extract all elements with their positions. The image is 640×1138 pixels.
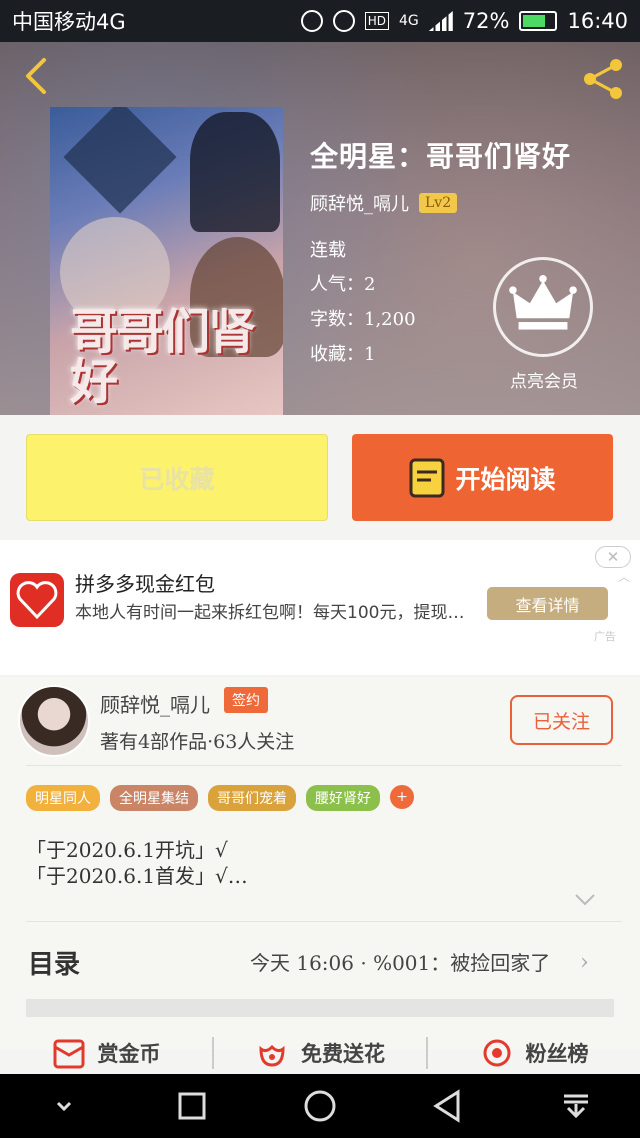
recent-apps-icon[interactable] bbox=[172, 1086, 212, 1126]
back-icon[interactable] bbox=[428, 1086, 468, 1126]
author-stats: 著有4部作品·63人关注 bbox=[100, 731, 295, 753]
popularity-count: 人气：2 bbox=[310, 274, 376, 295]
red-envelope-icon bbox=[53, 1039, 84, 1069]
book-header: 哥哥们肾好 全明星：哥哥们肾好 顾辞悦_嗝儿 Lv2 连载 人气：2 字数：1,… bbox=[0, 42, 640, 415]
follow-button[interactable]: 已关注 bbox=[510, 695, 613, 745]
book-icon bbox=[409, 458, 445, 497]
chevron-down-icon[interactable] bbox=[574, 893, 596, 907]
reward-coins-button[interactable]: 赏金币 bbox=[0, 1037, 214, 1069]
book-intro[interactable]: 「于2020.6.1开坑」√ 「于2020.6.1首发」√… bbox=[26, 837, 248, 889]
tag-item[interactable]: 腰好肾好 bbox=[306, 785, 380, 811]
vip-label[interactable]: 点亮会员 bbox=[500, 367, 588, 392]
ad-banner[interactable]: 拼多多现金红包 本地人有时间一起来拆红包啊！每天100元，提现… 查看详情 ✕ … bbox=[0, 540, 640, 675]
tag-item[interactable]: 明星同人 bbox=[26, 785, 100, 811]
favorite-count: 收藏：1 bbox=[310, 344, 376, 365]
hd-badge: HD bbox=[364, 12, 390, 30]
chevron-down-icon[interactable] bbox=[44, 1086, 84, 1126]
send-flowers-label: 免费送花 bbox=[301, 1041, 385, 1066]
signed-badge: 签约 bbox=[224, 687, 268, 713]
author-name[interactable]: 顾辞悦_嗝儿 bbox=[100, 689, 210, 718]
clock: 16:40 bbox=[567, 9, 628, 33]
notification-pull-icon[interactable] bbox=[556, 1086, 596, 1126]
vip-crown-icon[interactable] bbox=[493, 257, 593, 357]
fan-ranking-label: 粉丝榜 bbox=[525, 1041, 589, 1066]
fan-ranking-button[interactable]: 粉丝榜 bbox=[428, 1037, 640, 1069]
chevron-up-icon[interactable]: ︿ bbox=[618, 568, 630, 585]
mute-icon bbox=[300, 10, 323, 32]
signal-icon bbox=[428, 11, 453, 31]
add-tag-button[interactable]: + bbox=[390, 785, 414, 809]
support-actions: 赏金币 免费送花 粉丝榜 bbox=[0, 1032, 640, 1074]
home-icon[interactable] bbox=[300, 1086, 340, 1126]
status-bar: 中国移动4G HD 4G 72% 16:40 bbox=[0, 0, 640, 42]
system-nav-bar bbox=[0, 1074, 640, 1138]
medal-icon bbox=[483, 1039, 510, 1067]
book-cover: 哥哥们肾好 bbox=[50, 107, 283, 415]
avatar[interactable] bbox=[18, 685, 90, 757]
back-arrow-icon[interactable] bbox=[18, 56, 58, 96]
battery-icon bbox=[519, 11, 558, 31]
carrier-label: 中国移动4G bbox=[12, 10, 126, 34]
chevron-right-icon[interactable]: › bbox=[580, 950, 589, 975]
intro-line: 「于2020.6.1开坑」√ bbox=[26, 838, 228, 862]
latest-chapter[interactable]: 今天 16:06 · %001：被捡回家了 bbox=[250, 947, 550, 976]
favorited-button[interactable]: 已收藏 bbox=[26, 434, 328, 521]
ad-title: 拼多多现金红包 bbox=[75, 572, 215, 596]
cover-title: 哥哥们肾好 bbox=[70, 304, 256, 410]
level-badge: Lv2 bbox=[419, 193, 458, 213]
serial-status: 连载 bbox=[310, 240, 346, 261]
tag-item[interactable]: 全明星集结 bbox=[110, 785, 198, 811]
intro-line: 「于2020.6.1首发」√… bbox=[26, 864, 248, 888]
book-title: 全明星：哥哥们肾好 bbox=[310, 140, 572, 173]
alarm-icon bbox=[332, 10, 355, 32]
start-reading-button[interactable]: 开始阅读 bbox=[352, 434, 613, 521]
word-count: 字数：1,200 bbox=[310, 309, 416, 330]
flower-icon bbox=[259, 1044, 285, 1067]
book-author[interactable]: 顾辞悦_嗝儿 bbox=[310, 190, 409, 216]
network-label: 4G bbox=[399, 13, 419, 29]
share-icon[interactable] bbox=[580, 56, 626, 102]
author-section: 顾辞悦_嗝儿 签约 著有4部作品·63人关注 已关注 明星同人 全明星集结 哥哥… bbox=[0, 677, 640, 1050]
ad-logo-icon bbox=[10, 573, 64, 627]
toc-label[interactable]: 目录 bbox=[28, 944, 80, 981]
tag-item[interactable]: 哥哥们宠着 bbox=[208, 785, 296, 811]
start-reading-label: 开始阅读 bbox=[455, 464, 556, 494]
battery-percent: 72% bbox=[462, 9, 510, 33]
send-flowers-button[interactable]: 免费送花 bbox=[214, 1037, 428, 1069]
tag-list: 明星同人 全明星集结 哥哥们宠着 腰好肾好 + bbox=[26, 785, 414, 811]
ad-tag: 广告 bbox=[594, 630, 616, 643]
reward-coins-label: 赏金币 bbox=[97, 1041, 161, 1066]
ad-close-button[interactable]: ✕ bbox=[595, 546, 631, 568]
section-separator bbox=[26, 999, 614, 1017]
ad-description: 本地人有时间一起来拆红包啊！每天100元，提现… bbox=[75, 603, 465, 623]
ad-details-button[interactable]: 查看详情 bbox=[487, 587, 608, 620]
